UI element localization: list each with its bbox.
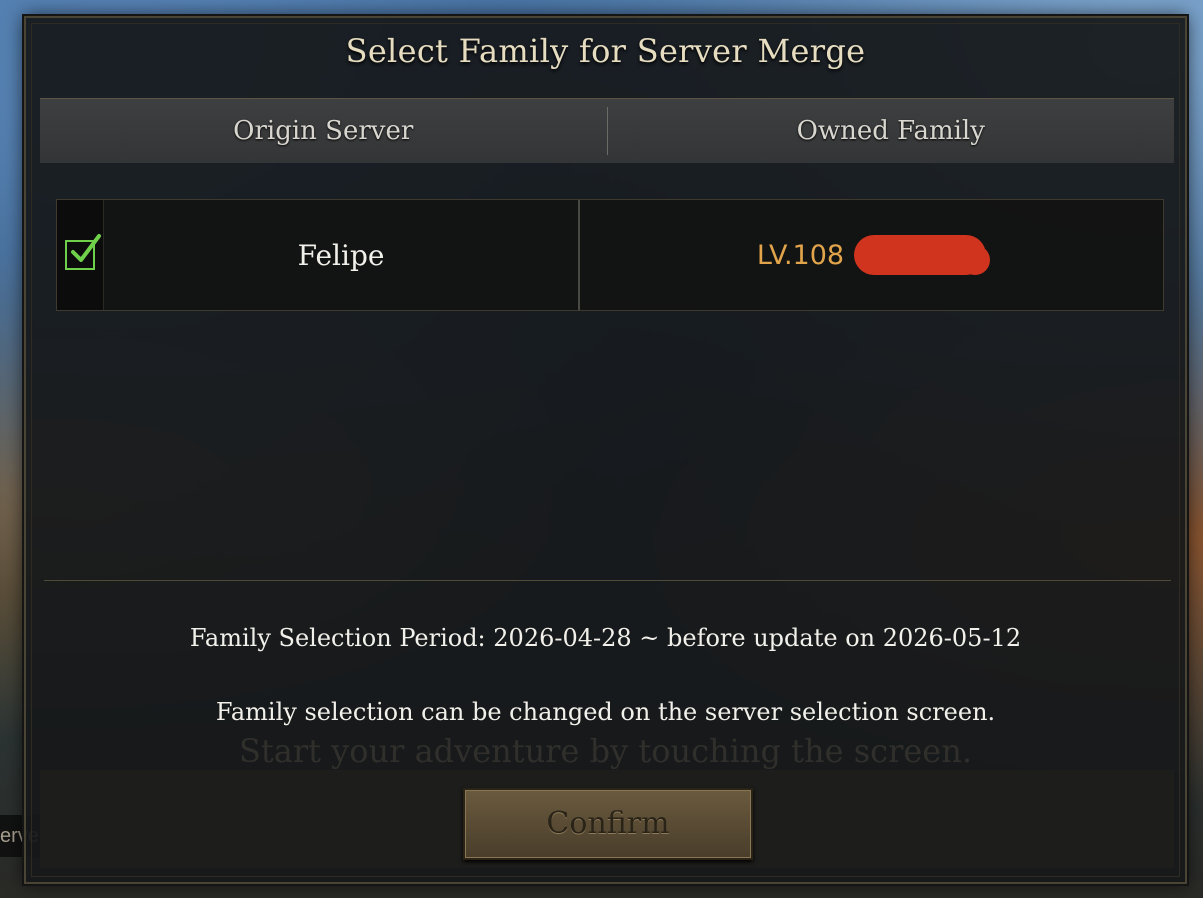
redacted-family-name <box>854 235 991 275</box>
family-level: LV.108 <box>756 239 845 271</box>
owned-family-cell: LV.108 <box>580 200 1163 310</box>
confirm-button[interactable]: Confirm <box>463 788 753 860</box>
background-watermark-text: Start your adventure by touching the scr… <box>238 732 973 770</box>
family-checkbox[interactable] <box>57 200 104 310</box>
selection-change-note: Family selection can be changed on the s… <box>215 698 996 726</box>
dialog-title: Select Family for Server Merge <box>345 32 866 70</box>
checkbox-checked-icon[interactable] <box>65 234 101 270</box>
selection-period-text: Family Selection Period: 2026-04-28 ~ be… <box>189 624 1022 652</box>
origin-server-name: Felipe <box>104 200 580 310</box>
server-merge-dialog: Select Family for Server Merge Origin Se… <box>24 16 1187 884</box>
column-origin-server: Origin Server <box>233 116 414 146</box>
column-owned-family: Owned Family <box>796 116 985 146</box>
family-row[interactable]: Felipe LV.108 <box>56 199 1164 311</box>
section-divider <box>44 580 1171 581</box>
table-header: Origin Server Owned Family <box>40 98 1174 163</box>
